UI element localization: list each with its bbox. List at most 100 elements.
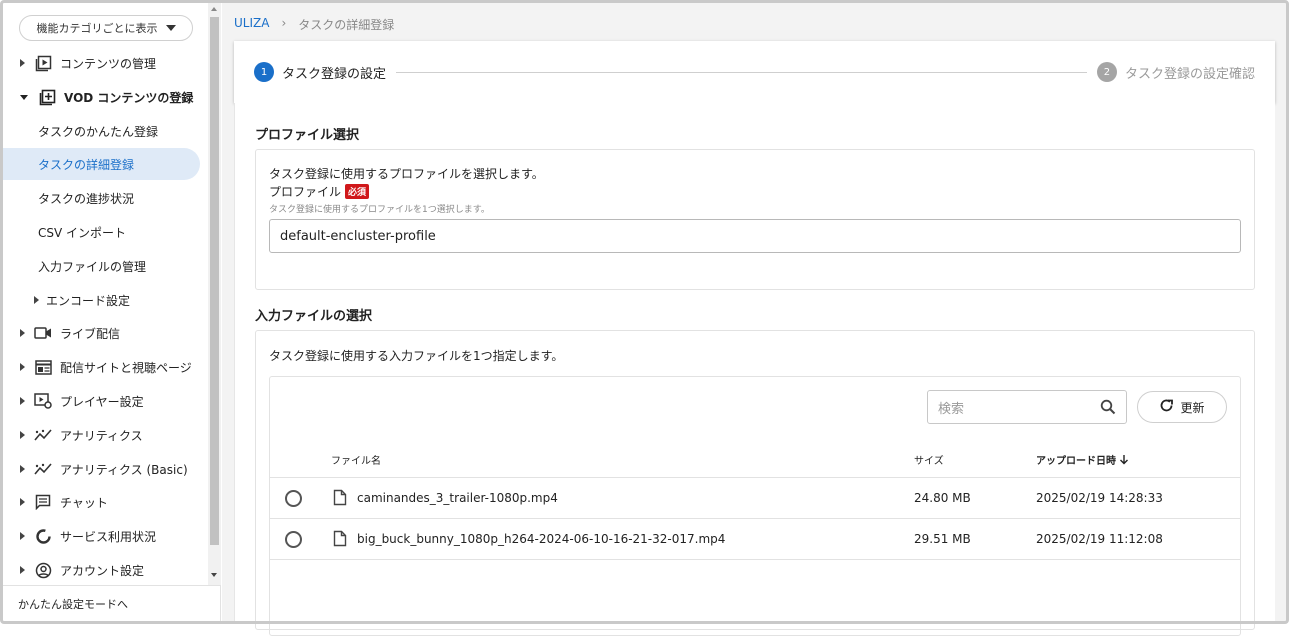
sub-item-csv-import[interactable]: CSV インポート <box>3 216 200 248</box>
expand-arrow-icon <box>20 363 25 371</box>
input-description: タスク登録に使用する入力ファイルを1つ指定します。 <box>269 349 564 363</box>
chevron-down-icon <box>165 25 176 31</box>
nav-player-settings[interactable]: プレイヤー設定 <box>3 386 208 416</box>
column-header-filename[interactable]: ファイル名 <box>331 452 381 467</box>
table-row[interactable]: caminandes_3_trailer-1080p.mp4 24.80 MB … <box>270 478 1240 519</box>
step-number: 1 <box>254 62 274 82</box>
search-icon <box>1100 399 1116 419</box>
file-table: 検索 更新 ファイル名 サイズ アップロード日時 caminandes_3_tr… <box>269 376 1241 636</box>
step-2: 2 タスク登録の設定確認 <box>1096 62 1255 82</box>
upload-date-label: アップロード日時 <box>1036 456 1116 467</box>
category-dropdown-label: 機能カテゴリごとに表示 <box>36 22 158 35</box>
input-file-card: タスク登録に使用する入力ファイルを1つ指定します。 検索 更新 ファイル名 サイ… <box>255 330 1255 636</box>
file-icon <box>333 530 347 550</box>
profile-input-value: default-encluster-profile <box>280 228 436 244</box>
step-connector <box>396 71 1087 73</box>
column-header-size[interactable]: サイズ <box>914 452 944 467</box>
nav-label: アナリティクス (Basic) <box>60 462 188 477</box>
nav-account-settings[interactable]: アカウント設定 <box>3 555 208 585</box>
nav-label: サービス利用状況 <box>60 529 157 544</box>
row-radio[interactable] <box>285 490 302 507</box>
breadcrumb: ULIZA › タスクの詳細登録 <box>234 16 394 33</box>
simple-mode-link[interactable]: かんたん設定モードへ <box>3 585 221 621</box>
sidebar-scrollbar[interactable] <box>208 3 221 585</box>
profile-hint: タスク登録に使用するプロファイルを1つ選択します。 <box>269 205 490 215</box>
step-number: 2 <box>1096 62 1117 82</box>
expand-arrow-icon <box>20 431 25 439</box>
usage-donut-icon <box>34 527 52 545</box>
nav-label: 配信サイトと視聴ページ <box>60 360 192 375</box>
sub-item-easy-task[interactable]: タスクのかんたん登録 <box>3 115 200 147</box>
step-label: タスク登録の設定 <box>282 66 387 82</box>
nav-chat[interactable]: チャット <box>3 487 208 517</box>
scroll-up-icon[interactable] <box>211 7 217 11</box>
stepper: 1 タスク登録の設定 2 タスク登録の設定確認 <box>234 41 1275 103</box>
expand-arrow-icon <box>20 397 25 405</box>
column-header-upload-date[interactable]: アップロード日時 <box>1036 452 1129 467</box>
category-view-dropdown[interactable]: 機能カテゴリごとに表示 <box>19 15 193 41</box>
nav-service-usage[interactable]: サービス利用状況 <box>3 521 208 551</box>
nav-label: VOD コンテンツの登録 <box>64 90 194 105</box>
nav-label: プレイヤー設定 <box>60 394 144 409</box>
sub-item-label: タスクのかんたん登録 <box>38 124 159 139</box>
nav-content-management[interactable]: コンテンツの管理 <box>3 48 208 78</box>
sidebar-nav: 機能カテゴリごとに表示 コンテンツの管理 VOD コンテンツの登録 タスクのかん… <box>3 3 208 585</box>
breadcrumb-root-link[interactable]: ULIZA <box>234 16 269 33</box>
refresh-button[interactable]: 更新 <box>1137 391 1227 423</box>
sub-item-label: タスクの進捗状況 <box>38 191 135 206</box>
file-upload-date: 2025/02/19 14:28:33 <box>1036 491 1163 505</box>
sub-item-label: エンコード設定 <box>46 293 131 308</box>
expand-arrow-icon <box>34 296 39 304</box>
nav-analytics-basic[interactable]: アナリティクス (Basic) <box>3 454 208 484</box>
sub-item-label: CSV インポート <box>38 225 127 240</box>
account-icon <box>34 561 52 579</box>
input-section-title: 入力ファイルの選択 <box>255 309 373 324</box>
expand-arrow-icon <box>20 498 25 506</box>
nav-label: チャット <box>60 495 108 510</box>
expand-arrow-icon <box>20 465 25 473</box>
form-content: プロファイル選択 タスク登録に使用するプロファイルを選択します。 プロファイル … <box>234 103 1275 636</box>
search-input[interactable]: 検索 <box>927 390 1127 424</box>
profile-section-title: プロファイル選択 <box>255 128 360 143</box>
play-box-icon <box>34 54 52 72</box>
chat-icon <box>34 493 52 511</box>
nav-live[interactable]: ライブ配信 <box>3 318 208 348</box>
file-upload-date: 2025/02/19 11:12:08 <box>1036 532 1163 546</box>
profile-input[interactable]: default-encluster-profile <box>269 219 1241 253</box>
sub-item-input-files[interactable]: 入力ファイルの管理 <box>3 250 200 282</box>
nav-vod-registration[interactable]: VOD コンテンツの登録 <box>3 82 208 112</box>
refresh-label: 更新 <box>1180 400 1205 415</box>
row-radio[interactable] <box>285 531 302 548</box>
file-size: 24.80 MB <box>914 491 971 505</box>
refresh-icon <box>1159 398 1174 416</box>
main-area: ULIZA › タスクの詳細登録 1 タスク登録の設定 2 タスク登録の設定確認… <box>222 3 1286 636</box>
breadcrumb-current: タスクの詳細登録 <box>298 18 395 32</box>
profile-card: タスク登録に使用するプロファイルを選択します。 プロファイル 必須 タスク登録に… <box>255 149 1255 290</box>
analytics-basic-icon <box>34 460 52 478</box>
player-settings-icon <box>34 392 52 410</box>
nav-distribution-sites[interactable]: 配信サイトと視聴ページ <box>3 352 208 382</box>
sub-item-detailed-task[interactable]: タスクの詳細登録 <box>3 148 200 180</box>
nav-label: アナリティクス <box>60 428 143 443</box>
step-1: 1 タスク登録の設定 <box>254 62 386 82</box>
nav-label: アカウント設定 <box>60 563 145 578</box>
table-row[interactable]: big_buck_bunny_1080p_h264-2024-06-10-16-… <box>270 519 1240 560</box>
nav-label: ライブ配信 <box>60 326 121 341</box>
expand-arrow-icon <box>20 532 25 540</box>
profile-label-text: プロファイル <box>269 185 342 199</box>
video-camera-icon <box>34 324 52 342</box>
nav-analytics[interactable]: アナリティクス <box>3 420 208 450</box>
file-size: 29.51 MB <box>914 532 971 546</box>
table-header: ファイル名 サイズ アップロード日時 <box>270 437 1240 478</box>
scroll-down-icon[interactable] <box>211 573 217 577</box>
sidebar: 機能カテゴリごとに表示 コンテンツの管理 VOD コンテンツの登録 タスクのかん… <box>3 3 221 621</box>
file-icon <box>333 489 347 509</box>
expand-arrow-icon <box>20 566 25 574</box>
sub-item-encode-settings[interactable]: エンコード設定 <box>3 284 200 316</box>
sub-item-task-progress[interactable]: タスクの進捗状況 <box>3 182 200 214</box>
scrollbar-thumb[interactable] <box>210 17 219 545</box>
step-label: タスク登録の設定確認 <box>1124 66 1255 82</box>
simple-mode-label: かんたん設定モードへ <box>18 597 128 611</box>
required-badge: 必須 <box>345 184 370 199</box>
profile-field-label: プロファイル 必須 <box>269 183 370 200</box>
